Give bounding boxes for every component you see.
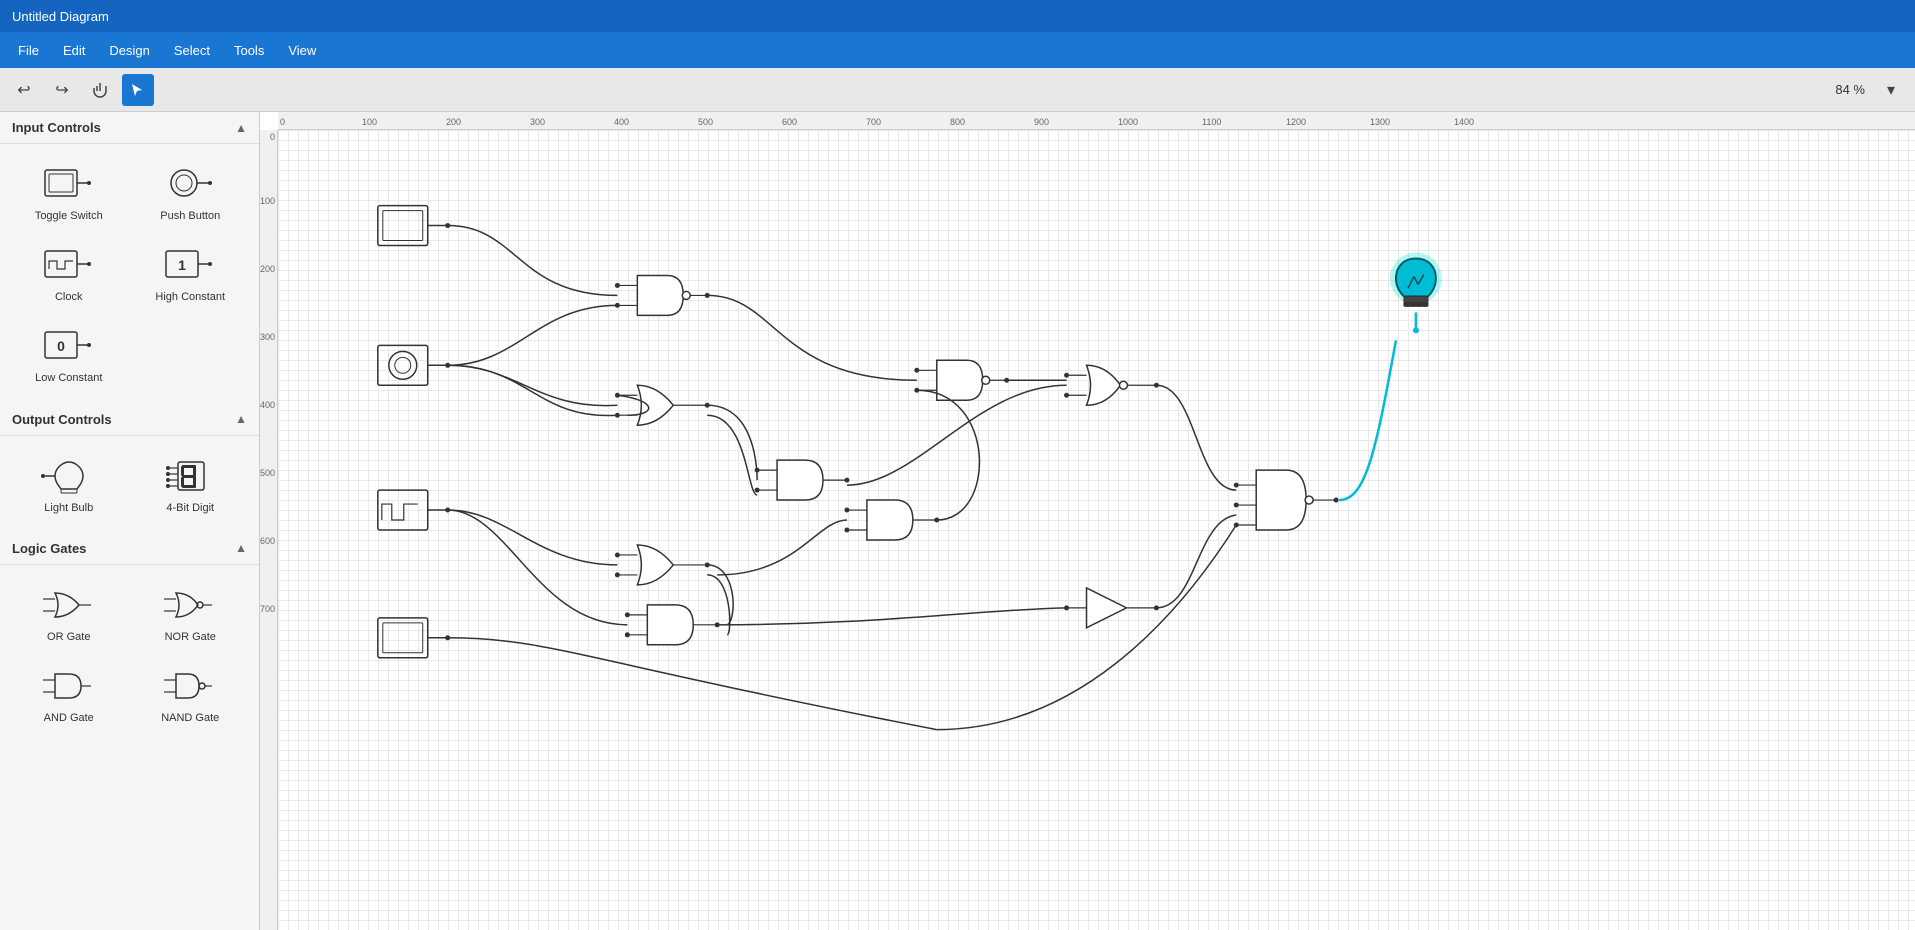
component-and-gate[interactable]: AND Gate <box>12 658 126 731</box>
low-constant-label: Low Constant <box>35 372 102 385</box>
component-nand-gate[interactable]: NAND Gate <box>134 658 248 731</box>
section-header-output-controls[interactable]: Output Controls ▲ <box>0 404 259 436</box>
nand-gate-1[interactable] <box>615 275 710 315</box>
menu-design[interactable]: Design <box>99 39 159 62</box>
clock-label: Clock <box>55 291 83 304</box>
buffer-1[interactable] <box>1064 588 1159 628</box>
main-area: Input Controls ▲ Toggle Switch <box>0 112 1915 930</box>
and-gate-label: AND Gate <box>44 712 94 725</box>
or-gate-2[interactable] <box>615 545 710 585</box>
undo-button[interactable]: ↩ <box>8 74 40 106</box>
nand-gate-label: NAND Gate <box>161 712 219 725</box>
component-toggle-switch[interactable]: Toggle Switch <box>12 156 126 229</box>
component-low-constant[interactable]: 0 Low Constant <box>12 318 126 391</box>
component-4bit-digit[interactable]: 4-Bit Digit <box>134 448 248 521</box>
4bit-digit-icon <box>162 454 218 498</box>
section-header-logic-gates[interactable]: Logic Gates ▲ <box>0 533 259 565</box>
input-controls-label: Input Controls <box>12 120 101 135</box>
nor-gate-label: NOR Gate <box>165 631 216 644</box>
push-button-icon <box>162 162 218 206</box>
svg-text:1: 1 <box>178 257 186 273</box>
logic-gates-label: Logic Gates <box>12 541 86 556</box>
redo-button[interactable]: ↪ <box>46 74 78 106</box>
or-gate-1[interactable] <box>615 385 710 425</box>
4bit-digit-label: 4-Bit Digit <box>166 502 214 515</box>
diagram-svg <box>278 130 1915 930</box>
menubar: File Edit Design Select Tools View <box>0 32 1915 68</box>
toggle-switch-label: Toggle Switch <box>35 210 103 223</box>
input-controls-chevron: ▲ <box>235 121 247 135</box>
logic-gates-grid: OR Gate NOR Gate <box>0 565 259 743</box>
cursor-tool-button[interactable] <box>122 74 154 106</box>
toggle-switch-1[interactable] <box>378 206 450 246</box>
nand-gate-2[interactable] <box>914 360 1009 400</box>
push-button-1[interactable] <box>378 345 450 385</box>
component-high-constant[interactable]: 1 High Constant <box>134 237 248 310</box>
app-title: Untitled Diagram <box>12 9 109 24</box>
input-controls-grid: Toggle Switch Push Button <box>0 144 259 404</box>
toggle-switch-icon <box>41 162 97 206</box>
nand-gate-final[interactable] <box>1234 470 1339 530</box>
zoom-dropdown-button[interactable]: ▾ <box>1875 74 1907 106</box>
ruler-top: 0 100 200 300 400 500 600 700 800 900 10… <box>278 112 1915 130</box>
light-bulb-icon <box>41 454 97 498</box>
component-clock[interactable]: Clock <box>12 237 126 310</box>
clock-icon <box>41 243 97 287</box>
hand-tool-button[interactable] <box>84 74 116 106</box>
high-constant-label: High Constant <box>155 291 225 304</box>
menu-edit[interactable]: Edit <box>53 39 95 62</box>
and-gate-2[interactable] <box>625 605 720 645</box>
light-bulb-label: Light Bulb <box>44 502 93 515</box>
and-gate-1[interactable] <box>755 460 850 500</box>
logic-gates-chevron: ▲ <box>235 541 247 555</box>
and-gate-3[interactable] <box>844 500 939 540</box>
and-gate-icon <box>41 664 97 708</box>
canvas-area[interactable]: 0 100 200 300 400 500 600 700 800 900 10… <box>260 112 1915 930</box>
menu-tools[interactable]: Tools <box>224 39 274 62</box>
toolbar: ↩ ↪ 84 % ▾ <box>0 68 1915 112</box>
light-bulb-output[interactable] <box>1390 253 1442 334</box>
menu-view[interactable]: View <box>278 39 326 62</box>
svg-text:0: 0 <box>57 338 65 354</box>
ruler-left: 0 100 200 300 400 500 600 700 <box>260 130 278 930</box>
titlebar: Untitled Diagram <box>0 0 1915 32</box>
menu-file[interactable]: File <box>8 39 49 62</box>
high-constant-icon: 1 <box>162 243 218 287</box>
push-button-label: Push Button <box>160 210 220 223</box>
component-nor-gate[interactable]: NOR Gate <box>134 577 248 650</box>
output-controls-chevron: ▲ <box>235 412 247 426</box>
sidebar: Input Controls ▲ Toggle Switch <box>0 112 260 930</box>
output-controls-grid: Light Bulb <box>0 436 259 533</box>
diagram-canvas[interactable] <box>278 130 1915 930</box>
component-light-bulb[interactable]: Light Bulb <box>12 448 126 521</box>
or-gate-label: OR Gate <box>47 631 90 644</box>
section-header-input-controls[interactable]: Input Controls ▲ <box>0 112 259 144</box>
component-push-button[interactable]: Push Button <box>134 156 248 229</box>
nor-gate-icon <box>162 583 218 627</box>
nand-gate-icon <box>162 664 218 708</box>
or-gate-icon <box>41 583 97 627</box>
nor-gate-1[interactable] <box>1064 365 1159 405</box>
toggle-switch-2[interactable] <box>378 618 450 658</box>
zoom-level: 84 % <box>1835 82 1865 97</box>
output-controls-label: Output Controls <box>12 412 112 427</box>
clock-1[interactable] <box>378 490 450 530</box>
component-or-gate[interactable]: OR Gate <box>12 577 126 650</box>
low-constant-icon: 0 <box>41 324 97 368</box>
menu-select[interactable]: Select <box>164 39 220 62</box>
